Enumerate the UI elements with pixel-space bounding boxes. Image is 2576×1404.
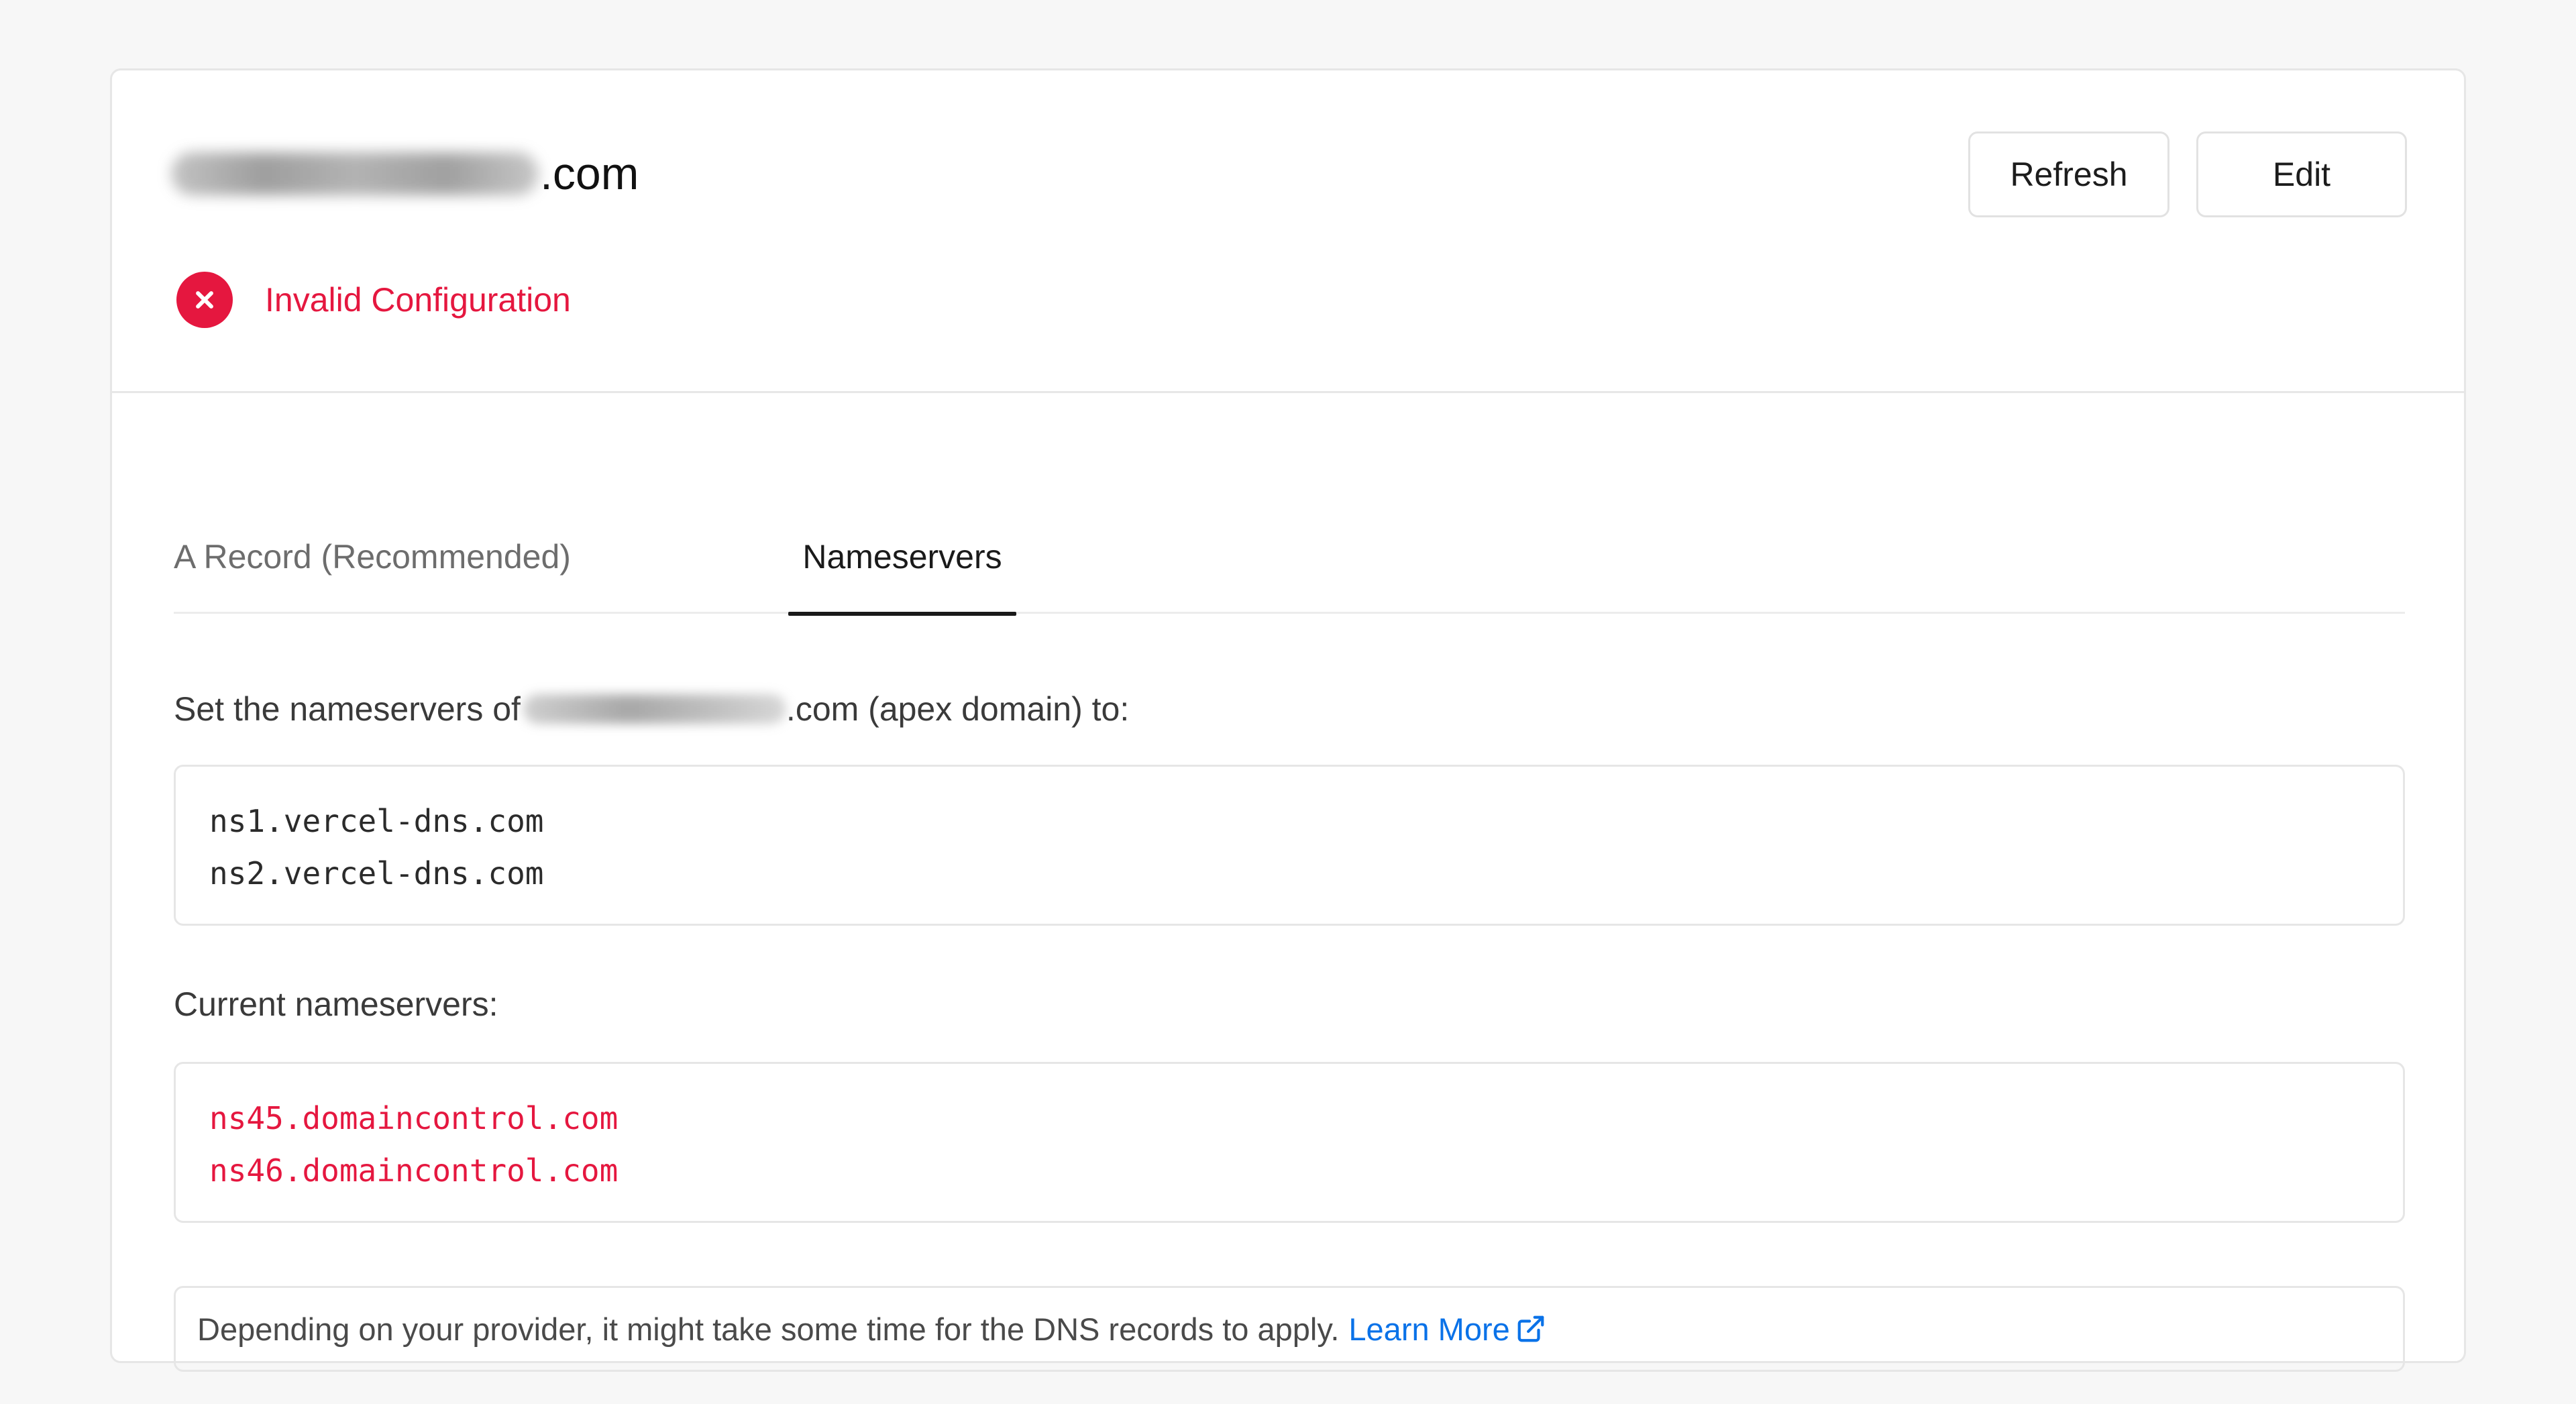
note-text: Depending on your provider, it might tak… [197,1311,1340,1347]
expected-nameserver: ns2.vercel-dns.com [209,855,544,892]
learn-more-label: Learn More [1348,1311,1510,1347]
current-nameservers-label: Current nameservers: [174,985,498,1023]
tab-a-record[interactable]: A Record (Recommended) [174,500,630,614]
domain-card-header: .com Refresh Edit Invalid Configuration [112,70,2464,393]
instruction-prefix: Set the nameservers of [174,690,521,728]
refresh-button[interactable]: Refresh [1968,131,2169,217]
expected-nameserver: ns1.vercel-dns.com [209,803,544,839]
configuration-status: Invalid Configuration [176,270,571,329]
redacted-domain-name [171,152,539,195]
domain-title: .com [171,140,639,207]
current-nameserver: ns45.domaincontrol.com [209,1100,619,1136]
dns-propagation-note: Depending on your provider, it might tak… [174,1286,2405,1372]
external-link-icon [1517,1315,1544,1342]
edit-button[interactable]: Edit [2196,131,2407,217]
domain-card: .com Refresh Edit Invalid Configuration … [110,68,2466,1372]
domain-suffix: .com [540,148,639,199]
tab-nameservers[interactable]: Nameservers [788,500,1016,616]
x-circle-icon [176,272,233,328]
learn-more-link[interactable]: Learn More [1348,1311,1546,1348]
redacted-domain-name-inline [523,694,786,724]
record-tabs: A Record (Recommended) Nameservers [174,500,2405,616]
nameservers-instruction: Set the nameservers of .com (apex domain… [174,682,1129,736]
current-nameserver: ns46.domaincontrol.com [209,1152,619,1189]
expected-nameservers-box: ns1.vercel-dns.com ns2.vercel-dns.com [174,765,2405,926]
instruction-suffix: .com (apex domain) to: [786,690,1130,728]
current-nameservers-box: ns45.domaincontrol.com ns46.domaincontro… [174,1062,2405,1223]
status-text: Invalid Configuration [265,281,571,319]
